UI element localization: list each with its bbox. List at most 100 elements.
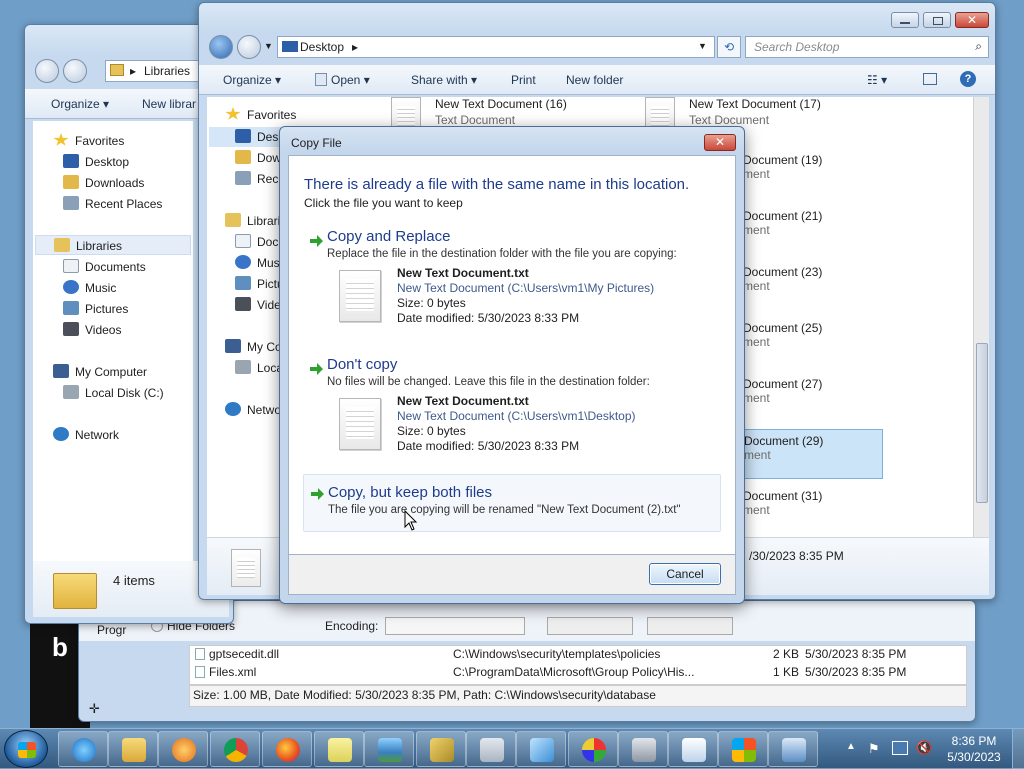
desktop-vertical-scrollbar[interactable] [973,97,989,537]
nav-music[interactable]: Music [63,278,116,298]
scrollbar-thumb[interactable] [976,343,988,503]
nav-local-disk[interactable]: Local Disk (C:) [63,383,164,403]
show-hidden-icons-icon[interactable]: ▲ [846,741,856,752]
results-row[interactable]: gptsecedit.dll [195,647,279,661]
nav-documents[interactable]: Documents [63,257,146,277]
taskbar-explorer[interactable] [108,731,158,767]
copy-file-dialog[interactable]: Copy File ✕ There is already a file with… [279,126,745,604]
move-icon[interactable]: ✛ [89,701,100,717]
taskbar-internet-explorer[interactable] [58,731,108,767]
search-icon[interactable]: ⌕ [975,39,982,54]
file-item[interactable]: Document (25) ment [743,321,822,349]
network-tray-icon[interactable] [892,741,908,755]
nav-my-computer[interactable]: My Computer [53,362,147,382]
nav-recent-places[interactable]: Recent Places [63,194,162,214]
nav-videos[interactable]: Vide [235,295,281,315]
open-button[interactable]: Open ▾ [315,73,370,87]
new-folder-button[interactable]: New folder [566,73,623,87]
desktop-address-text: Desktop [300,40,345,54]
taskbar-windows[interactable] [718,731,768,767]
show-desktop-button[interactable] [1012,729,1024,769]
help-icon[interactable]: ? [960,71,976,87]
taskbar-media-player[interactable] [158,731,208,767]
file-item[interactable]: Document (27) ment [743,377,822,405]
clock-date[interactable]: 5/30/2023 [944,750,1004,764]
close-button[interactable]: ✕ [955,12,989,28]
desktop-icon [282,41,298,52]
nav-downloads[interactable]: Downloads [63,173,144,193]
minimize-button[interactable] [891,12,919,28]
search-box[interactable]: Search Desktop ⌕ [745,36,989,58]
save-button-partial[interactable] [547,617,633,635]
file-type: ment [743,335,770,349]
taskbar-firefox[interactable] [262,731,312,767]
nav-local-disk[interactable]: Loca [235,358,283,378]
action-center-flag-icon[interactable]: ⚑ [868,741,880,757]
nav-network[interactable]: Netwo [225,400,281,420]
nav-my-computer[interactable]: My Co [225,337,282,357]
nav-documents[interactable]: Doc [235,232,278,252]
taskbar-calculator[interactable] [466,731,516,767]
taskbar-chrome[interactable] [210,731,260,767]
taskbar-control-panel[interactable] [768,731,818,767]
taskbar-mail[interactable] [516,731,566,767]
file-name: Document (29) [744,434,824,448]
address-dropdown-icon[interactable]: ▼ [698,41,707,51]
taskbar-notepad[interactable] [668,731,718,767]
cancel-button-partial[interactable] [647,617,733,635]
file-item[interactable]: Document (23) ment [743,265,822,293]
nav-pictures[interactable]: Pictu [235,274,284,294]
dialog-close-button[interactable]: ✕ [704,134,736,151]
file-item-selected[interactable]: Document (29) ment [739,429,883,479]
organize-button[interactable]: Organize ▾ [51,97,109,111]
forward-button[interactable] [237,35,261,59]
copy-and-replace-option[interactable]: Copy and Replace Replace the file in the… [303,224,721,344]
nav-pictures[interactable]: Pictures [63,299,128,319]
taskbar-sticky-notes[interactable] [314,731,364,767]
file-item[interactable]: Document (31) ment [743,489,822,517]
dialog-footer: Cancel [288,555,736,595]
maximize-button[interactable] [923,12,951,28]
nav-recent-places[interactable]: Rece [235,169,285,189]
desktop-address-bar[interactable]: Desktop ▸ ▼ [277,36,715,58]
taskbar-paint[interactable] [568,731,618,767]
nav-libraries[interactable]: Librari [225,211,280,231]
taskbar-photo-viewer[interactable] [364,731,414,767]
results-row[interactable]: Files.xml [195,665,256,679]
file-name: New Text Document (17) [689,97,821,111]
nav-favorites[interactable]: Favorites [225,105,296,125]
nav-desktop[interactable]: Desktop [63,152,129,172]
encoding-select[interactable] [385,617,525,635]
nav-libraries[interactable]: Libraries [35,235,191,255]
library-folder-icon [53,573,97,609]
file-item[interactable]: Document (21) ment [743,209,822,237]
back-button[interactable] [35,59,59,83]
file-name: Document (27) [743,377,823,391]
forward-button[interactable] [63,59,87,83]
share-with-button[interactable]: Share with ▾ [411,73,477,87]
back-button[interactable] [209,35,233,59]
keep-both-option[interactable]: Copy, but keep both files The file you a… [303,474,721,532]
nav-videos[interactable]: Videos [63,320,121,340]
recent-pages-chevron-icon[interactable]: ▼ [264,41,273,51]
volume-muted-icon[interactable]: 🔇 [916,740,932,756]
organize-button[interactable]: Organize ▾ [223,73,281,87]
preview-pane-icon[interactable] [923,73,937,85]
nav-music[interactable]: Mus [235,253,280,273]
nav-favorites[interactable]: Favorites [53,131,124,151]
taskbar-keys[interactable] [416,731,466,767]
file-name: Document (31) [743,489,823,503]
taskbar-fax[interactable] [618,731,668,767]
view-options-icon[interactable]: ☷ ▾ [867,73,887,87]
nav-downloads[interactable]: Dow [235,148,281,168]
clock-time[interactable]: 8:36 PM [944,734,1004,748]
nav-network[interactable]: Network [53,425,119,445]
refresh-button[interactable]: ⟲ [717,36,741,58]
print-button[interactable]: Print [511,73,536,87]
new-library-button[interactable]: New librar [142,97,196,111]
start-button[interactable] [4,730,48,768]
cancel-button[interactable]: Cancel [649,563,721,585]
dont-copy-option[interactable]: Don't copy No files will be changed. Lea… [303,352,721,472]
file-item[interactable]: Document (19) ment [743,153,822,181]
libraries-icon [225,213,241,227]
